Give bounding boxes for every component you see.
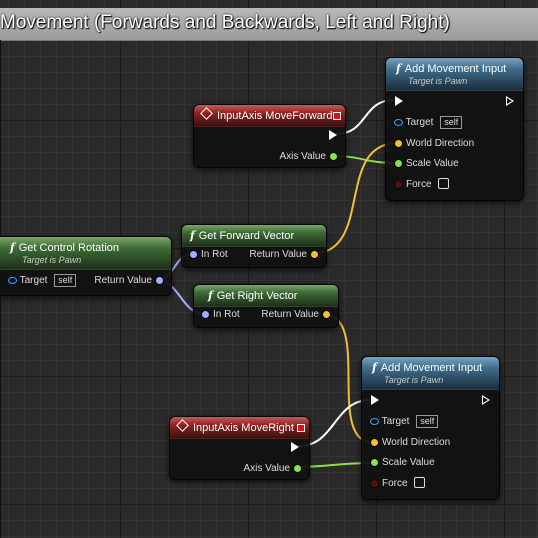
add-movement-input-node-top[interactable]: f Add Movement Input Target is Pawn Targe… [385, 57, 524, 201]
world-direction-pin-row[interactable]: World Direction [395, 137, 474, 151]
in-rot-pin-row[interactable]: In Rot [202, 308, 240, 322]
get-forward-vector-node[interactable]: f Get Forward Vector In Rot Return Value [181, 224, 327, 268]
exec-out-pin[interactable] [482, 395, 490, 405]
get-control-rotation-node[interactable]: f Get Control Rotation Target is Pawn Tar… [0, 236, 172, 296]
rotator-pin-icon[interactable] [190, 251, 197, 258]
node-title: Add Movement Input [380, 362, 483, 374]
vector-pin-icon[interactable] [395, 140, 402, 147]
float-pin-icon[interactable] [371, 459, 378, 466]
force-checkbox[interactable] [413, 477, 425, 488]
scale-value-pin-row[interactable]: Scale Value [395, 157, 459, 171]
target-label: Target [19, 275, 48, 286]
world-direction-label: World Direction [382, 437, 451, 448]
force-label: Force [382, 478, 408, 489]
exec-in-pin[interactable] [395, 96, 403, 106]
input-axis-move-right-node[interactable]: InputAxis MoveRight Axis Value [169, 416, 310, 480]
function-icon: f [396, 62, 401, 75]
target-pin-row[interactable]: Target self [370, 415, 439, 429]
axis-value-pin-row[interactable]: Axis Value [279, 150, 337, 164]
function-icon: f [208, 289, 213, 302]
axis-value-label: Axis Value [243, 463, 290, 474]
target-label: Target [405, 117, 434, 128]
world-direction-pin-row[interactable]: World Direction [371, 436, 450, 450]
in-rot-pin-row[interactable]: In Rot [190, 248, 228, 262]
vector-pin-icon[interactable] [371, 439, 378, 446]
target-self-box[interactable]: self [54, 274, 77, 287]
force-label: Force [406, 179, 432, 190]
axis-value-pin-row[interactable]: Axis Value [243, 462, 301, 476]
target-self-box[interactable]: self [440, 116, 463, 129]
exec-in-pin[interactable] [371, 395, 379, 405]
node-header[interactable]: f Get Control Rotation Target is Pawn [0, 237, 171, 270]
target-pin-row[interactable]: Target self [8, 274, 77, 288]
object-pin-icon[interactable] [370, 418, 379, 425]
float-pin-icon[interactable] [395, 160, 402, 167]
node-title: Add Movement Input [404, 63, 507, 75]
return-value-label: Return Value [261, 309, 319, 320]
world-direction-label: World Direction [406, 138, 475, 149]
force-pin-row[interactable]: Force [395, 178, 449, 192]
exec-out-pin[interactable] [506, 96, 514, 106]
node-header[interactable]: f Add Movement Input Target is Pawn [386, 58, 523, 91]
in-rot-label: In Rot [201, 249, 228, 260]
in-rot-label: In Rot [213, 309, 240, 320]
node-subtitle: Target is Pawn [384, 375, 444, 385]
output-delegate-pin[interactable] [333, 112, 341, 120]
return-value-pin-row[interactable]: Return Value [261, 308, 330, 322]
node-header[interactable]: InputAxis MoveForward [194, 105, 345, 127]
force-checkbox[interactable] [437, 178, 449, 189]
float-pin-icon[interactable] [330, 153, 337, 160]
rotator-pin-icon[interactable] [202, 311, 209, 318]
node-title: InputAxis MoveForward [217, 110, 333, 122]
scale-value-label: Scale Value [406, 158, 459, 169]
scale-value-label: Scale Value [382, 457, 435, 468]
get-right-vector-node[interactable]: f Get Right Vector In Rot Return Value [193, 284, 339, 328]
node-subtitle: Target is Pawn [22, 255, 82, 265]
target-pin-row[interactable]: Target self [394, 116, 463, 130]
scale-value-pin-row[interactable]: Scale Value [371, 456, 435, 470]
vector-pin-icon[interactable] [323, 311, 330, 318]
node-subtitle: Target is Pawn [408, 76, 468, 86]
vector-pin-icon[interactable] [311, 251, 318, 258]
node-title: InputAxis MoveRight [193, 422, 294, 434]
function-icon: f [10, 241, 15, 254]
exec-out-pin[interactable] [291, 442, 299, 452]
node-title: Get Control Rotation [18, 242, 120, 254]
node-header[interactable]: f Add Movement Input Target is Pawn [362, 357, 499, 390]
node-header[interactable]: f Get Forward Vector [182, 225, 326, 247]
add-movement-input-node-bottom[interactable]: f Add Movement Input Target is Pawn Targe… [361, 356, 500, 500]
node-header[interactable]: InputAxis MoveRight [170, 417, 309, 439]
object-pin-icon[interactable] [8, 277, 17, 284]
node-header[interactable]: f Get Right Vector [194, 285, 338, 307]
return-value-label: Return Value [94, 275, 152, 286]
node-title: Get Forward Vector [198, 230, 295, 242]
function-icon: f [190, 229, 195, 242]
axis-value-label: Axis Value [279, 151, 326, 162]
exec-out-pin[interactable] [329, 130, 337, 140]
bool-pin-icon[interactable] [371, 480, 378, 487]
function-icon: f [372, 361, 377, 374]
input-axis-event-icon [176, 419, 189, 432]
target-self-box[interactable]: self [416, 415, 439, 428]
return-value-pin-row[interactable]: Return Value [94, 274, 163, 288]
input-axis-move-forward-node[interactable]: InputAxis MoveForward Axis Value [193, 104, 346, 168]
target-label: Target [381, 416, 410, 427]
rotator-pin-icon[interactable] [156, 277, 163, 284]
float-pin-icon[interactable] [294, 465, 301, 472]
return-value-label: Return Value [249, 249, 307, 260]
node-title: Get Right Vector [216, 290, 298, 302]
return-value-pin-row[interactable]: Return Value [249, 248, 318, 262]
output-delegate-pin[interactable] [297, 424, 305, 432]
bool-pin-icon[interactable] [395, 181, 402, 188]
input-axis-event-icon [200, 107, 213, 120]
object-pin-icon[interactable] [394, 119, 403, 126]
force-pin-row[interactable]: Force [371, 477, 425, 491]
